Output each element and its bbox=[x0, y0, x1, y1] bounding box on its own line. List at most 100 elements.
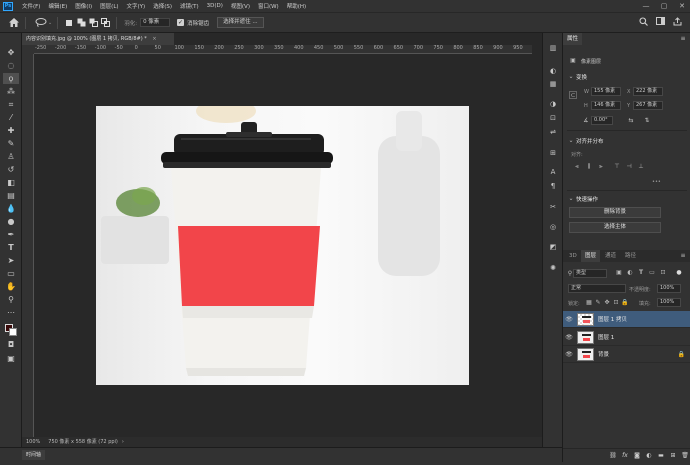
menu-view[interactable]: 视图(V) bbox=[227, 2, 254, 10]
brush-settings-icon[interactable]: ✺ bbox=[547, 263, 559, 273]
intersect-selection-icon[interactable] bbox=[99, 17, 111, 29]
tab-layers[interactable]: 图层 bbox=[581, 250, 601, 262]
paragraph-panel-icon[interactable]: ¶ bbox=[547, 181, 559, 191]
photoshop-logo[interactable]: Ps bbox=[3, 1, 13, 11]
share-icon[interactable] bbox=[671, 17, 683, 29]
align-center-icon[interactable]: ⫼ bbox=[585, 163, 593, 171]
lock-position-icon[interactable]: ✥ bbox=[603, 299, 611, 307]
blur-tool-icon[interactable]: 💧 bbox=[3, 203, 19, 214]
marquee-tool-icon[interactable]: ◌ bbox=[3, 60, 19, 71]
select-and-mask-button[interactable]: 选择并遮住 ... bbox=[217, 17, 264, 28]
align-bottom-icon[interactable]: ⊥ bbox=[637, 163, 645, 171]
lock-artboard-icon[interactable]: ⊡ bbox=[612, 299, 620, 307]
brush-tool-icon[interactable]: ✎ bbox=[3, 138, 19, 149]
collapse-icon[interactable]: ⌄ bbox=[567, 73, 575, 81]
history-panel-icon[interactable]: ▥ bbox=[547, 43, 559, 53]
group-icon[interactable]: ▬ bbox=[655, 452, 667, 459]
type-tool-icon[interactable]: T bbox=[3, 242, 19, 253]
more-options-icon[interactable]: ••• bbox=[652, 179, 661, 185]
menu-select[interactable]: 选择(S) bbox=[149, 2, 176, 10]
filter-shape-icon[interactable]: ▭ bbox=[648, 269, 656, 277]
tab-channels[interactable]: 通道 bbox=[601, 250, 620, 262]
close-button[interactable]: ✕ bbox=[674, 0, 690, 12]
path-selection-tool-icon[interactable]: ➤ bbox=[3, 255, 19, 266]
menu-3d[interactable]: 3D(D) bbox=[203, 3, 227, 9]
align-middle-icon[interactable]: ⊣ bbox=[625, 163, 633, 171]
spot-healing-tool-icon[interactable]: ✚ bbox=[3, 125, 19, 136]
swatches-panel-icon[interactable]: ▦ bbox=[547, 79, 559, 89]
navigator-panel-icon[interactable]: ◎ bbox=[547, 222, 559, 232]
blend-mode-select[interactable]: 正常 bbox=[568, 284, 626, 293]
dodge-tool-icon[interactable]: ● bbox=[3, 216, 19, 227]
channels-panel-icon[interactable]: ⊞ bbox=[547, 148, 559, 158]
x-field[interactable]: 222 像素 bbox=[633, 87, 663, 96]
lock-image-icon[interactable]: ✎ bbox=[594, 299, 602, 307]
eyedropper-tool-icon[interactable]: ⁄ bbox=[3, 112, 19, 123]
hand-tool-icon[interactable]: ✋ bbox=[3, 281, 19, 292]
vertical-ruler[interactable] bbox=[22, 54, 34, 437]
select-subject-button[interactable]: 选择主体 bbox=[569, 222, 661, 233]
filter-kind-select[interactable]: 类型 bbox=[573, 269, 607, 278]
antialias-checkbox[interactable]: ✓ bbox=[177, 19, 185, 26]
screen-mode-icon[interactable]: ▣ bbox=[3, 353, 19, 364]
layer-name[interactable]: 背景 bbox=[598, 350, 609, 358]
color-panel-icon[interactable]: ◐ bbox=[547, 66, 559, 76]
properties-tab[interactable]: 属性 bbox=[563, 33, 583, 45]
menu-help[interactable]: 帮助(H) bbox=[283, 2, 310, 10]
lasso-tool-preset-icon[interactable] bbox=[35, 17, 47, 29]
menu-edit[interactable]: 编辑(E) bbox=[44, 2, 71, 10]
libraries-panel-icon[interactable]: ⊡ bbox=[547, 113, 559, 123]
fx-icon[interactable]: fx bbox=[619, 452, 631, 459]
subtract-selection-icon[interactable] bbox=[87, 17, 99, 29]
horizontal-ruler[interactable]: -250 -200 -150 -100 -50 0 50 100 150 200 250 300 350… bbox=[34, 45, 532, 54]
adjustment-icon[interactable]: ◐ bbox=[643, 452, 655, 459]
fill-field[interactable]: 100% bbox=[657, 298, 681, 307]
eraser-tool-icon[interactable]: ◧ bbox=[3, 177, 19, 188]
lock-all-icon[interactable]: 🔒 bbox=[621, 299, 629, 307]
document-tab[interactable]: 内容识别填充.jpg @ 100% (图层 1 拷贝, RGB/8#) * × bbox=[22, 33, 174, 45]
tab-3d[interactable]: 3D bbox=[565, 250, 581, 262]
character-panel-icon[interactable]: A bbox=[547, 167, 559, 177]
height-field[interactable]: 146 像素 bbox=[591, 101, 621, 110]
menu-window[interactable]: 窗口(W) bbox=[254, 2, 283, 10]
lasso-tool-icon[interactable]: ϙ bbox=[3, 73, 19, 84]
trash-icon[interactable]: 🗑 bbox=[679, 452, 690, 459]
pen-tool-icon[interactable]: ✒ bbox=[3, 229, 19, 240]
menu-layer[interactable]: 图层(L) bbox=[96, 2, 122, 10]
visibility-eye-icon[interactable]: 👁 bbox=[563, 334, 575, 341]
layer-row[interactable]: 👁 背景 🔒 bbox=[563, 346, 690, 363]
layer-name[interactable]: 图层 1 拷贝 bbox=[598, 315, 627, 323]
add-selection-icon[interactable] bbox=[75, 17, 87, 29]
panel-menu-icon[interactable]: ≡ bbox=[679, 252, 687, 260]
workspace-icon[interactable] bbox=[654, 17, 666, 29]
minimize-button[interactable]: — bbox=[638, 0, 654, 12]
layer-row[interactable]: 👁 图层 1 bbox=[563, 329, 690, 346]
feather-input[interactable]: 0 像素 bbox=[140, 18, 171, 27]
new-selection-icon[interactable] bbox=[63, 17, 75, 29]
timeline-tab[interactable]: 时间轴 bbox=[22, 450, 46, 460]
y-field[interactable]: 267 像素 bbox=[633, 101, 663, 110]
move-tool-icon[interactable]: ✥ bbox=[3, 47, 19, 58]
menu-image[interactable]: 图像(I) bbox=[71, 2, 96, 10]
collapse-icon[interactable]: ⌄ bbox=[567, 137, 575, 145]
link-dimensions-icon[interactable]: ⊂ bbox=[569, 91, 577, 99]
layer-name[interactable]: 图层 1 bbox=[598, 333, 614, 341]
zoom-level[interactable]: 100% bbox=[26, 437, 40, 447]
info-panel-icon[interactable]: ◩ bbox=[547, 242, 559, 252]
tool-presets-icon[interactable]: ✂ bbox=[547, 202, 559, 212]
visibility-eye-icon[interactable]: 👁 bbox=[563, 316, 575, 323]
edit-toolbar-icon[interactable]: ⋯ bbox=[3, 307, 19, 318]
align-top-icon[interactable]: ⊤ bbox=[613, 163, 621, 171]
clone-stamp-tool-icon[interactable]: ♙ bbox=[3, 151, 19, 162]
panel-menu-icon[interactable]: ≡ bbox=[679, 35, 687, 43]
filter-pixel-icon[interactable]: ▣ bbox=[615, 269, 623, 277]
crop-tool-icon[interactable]: ⌗ bbox=[3, 99, 19, 110]
maximize-button[interactable]: ▢ bbox=[656, 0, 672, 12]
opacity-field[interactable]: 100% bbox=[657, 284, 681, 293]
quick-mask-icon[interactable]: ◘ bbox=[3, 339, 19, 350]
align-left-icon[interactable]: ⫷ bbox=[573, 163, 581, 171]
filter-adjustment-icon[interactable]: ◐ bbox=[626, 269, 634, 277]
background-color-swatch[interactable] bbox=[9, 328, 17, 336]
link-icon[interactable]: ⛓ bbox=[607, 452, 619, 459]
mask-icon[interactable]: ◙ bbox=[631, 452, 643, 459]
